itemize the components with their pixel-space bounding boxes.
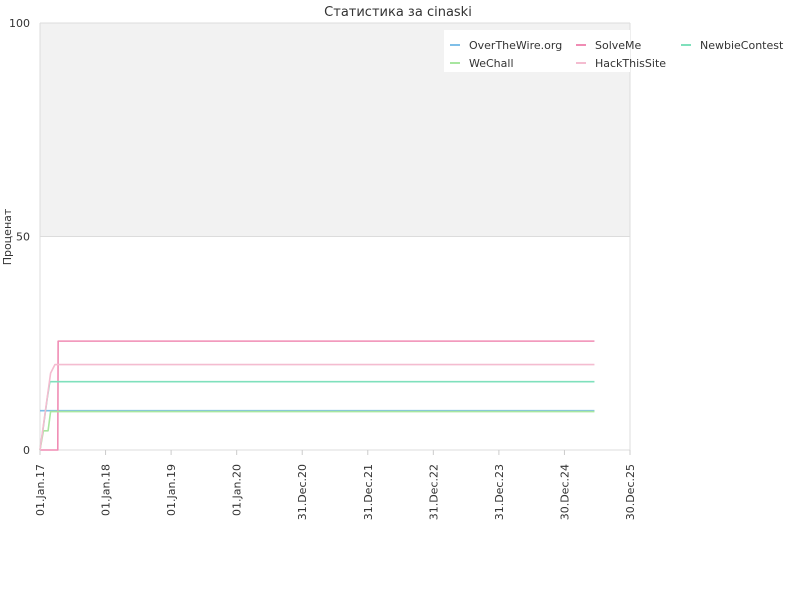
legend: OverTheWire.org SolveMe NewbieContest WeCha…: [444, 30, 784, 72]
x-tick-label: 30.Dec.25: [624, 464, 637, 520]
legend-label: HackThisSite: [595, 57, 666, 70]
chart: Статистика за cinaski 050100 01.Jan.17 01…: [1, 5, 784, 520]
x-tick-label: 01.Jan.18: [100, 464, 113, 516]
legend-label: NewbieContest: [700, 39, 784, 52]
chart-title: Статистика за cinaski: [324, 5, 472, 20]
x-tick-label: 31.Dec.20: [296, 464, 309, 520]
x-tick-label: 31.Dec.21: [362, 464, 375, 520]
legend-label: WeChall: [469, 57, 514, 70]
y-axis-label: Проценат: [1, 208, 14, 265]
y-tick-label: 100: [9, 17, 30, 30]
x-axis: 01.Jan.17 01.Jan.18 01.Jan.19 01.Jan.20 31.D…: [34, 450, 637, 520]
x-tick-label: 01.Jan.20: [231, 464, 244, 516]
x-tick-label: 31.Dec.22: [427, 464, 440, 520]
x-tick-label: 01.Jan.19: [165, 464, 178, 516]
x-tick-label: 30.Dec.24: [558, 464, 571, 520]
x-tick-label: 01.Jan.17: [34, 464, 47, 516]
x-tick-label: 31.Dec.23: [493, 464, 506, 520]
y-tick-label: 0: [23, 444, 30, 457]
legend-label: OverTheWire.org: [469, 39, 562, 52]
y-tick-label: 50: [16, 231, 30, 244]
legend-label: SolveMe: [595, 39, 642, 52]
